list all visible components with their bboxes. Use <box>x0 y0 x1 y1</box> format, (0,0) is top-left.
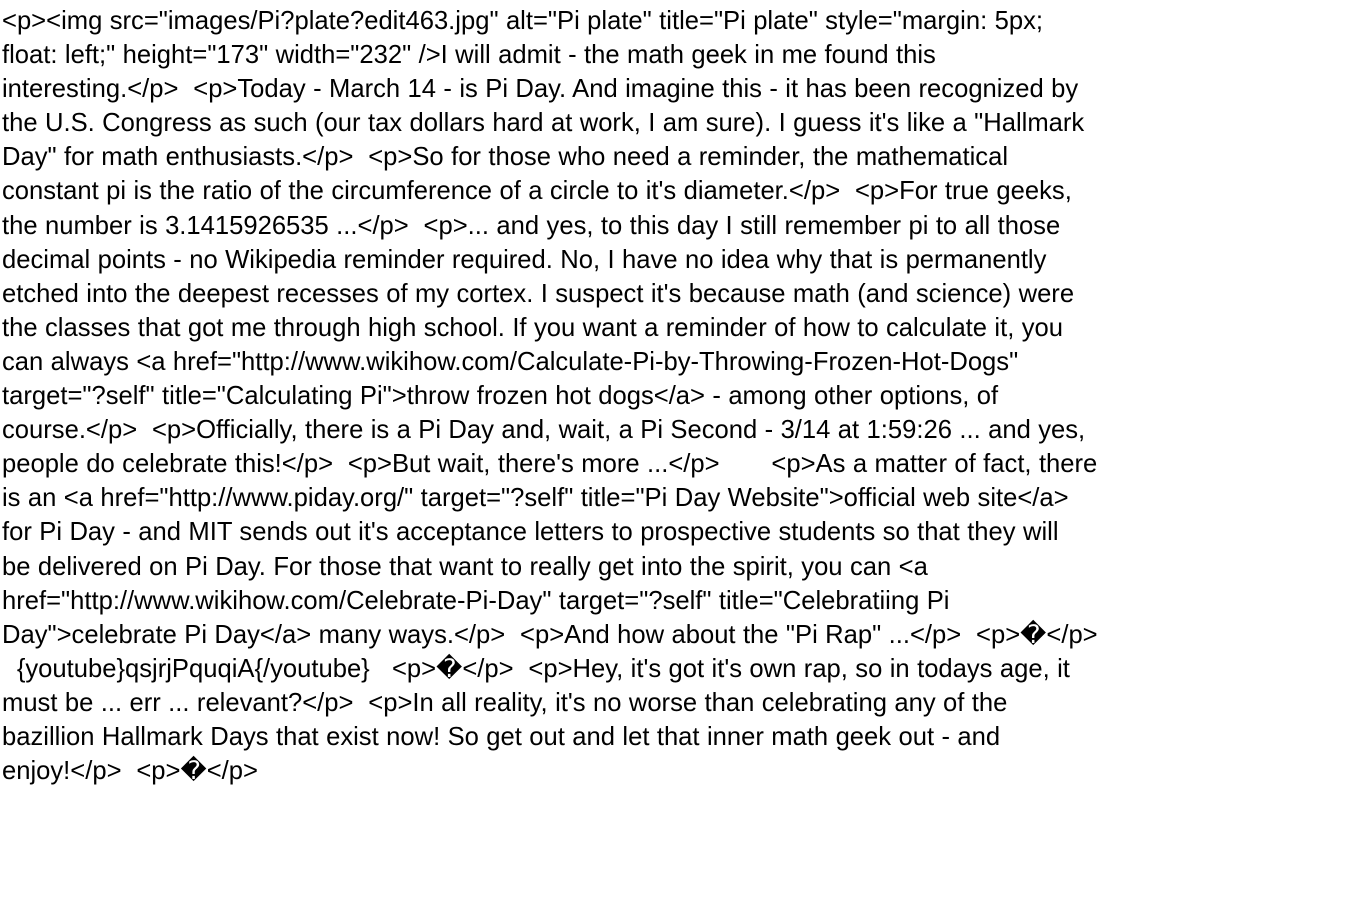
text-line-9: etched into the deepest recesses of my c… <box>2 279 1075 308</box>
text-line-16: for Pi Day - and MIT sends out it's acce… <box>2 518 1059 547</box>
text-line-11: can always <a href="http://www.wikihow.c… <box>2 347 1019 376</box>
text-line-17: be delivered on Pi Day. For those that w… <box>2 552 928 581</box>
text-line-4: the U.S. Congress as such (our tax dolla… <box>2 109 1085 138</box>
text-line-20: {youtube}qsjrjPquqiA{/youtube} <p>�</p> … <box>2 654 1070 683</box>
text-line-5: Day" for math enthusiasts.</p> <p>So for… <box>2 143 1009 172</box>
text-line-12: target="?self" title="Calculating Pi">th… <box>2 382 999 411</box>
text-line-10: the classes that got me through high sch… <box>2 313 1064 342</box>
text-line-22: bazillion Hallmark Days that exist now! … <box>2 722 1001 751</box>
text-line-1: <p><img src="images/Pi?plate?edit463.jpg… <box>2 7 1043 35</box>
text-line-15: is an <a href="http://www.piday.org/" ta… <box>2 484 1069 513</box>
text-line-7: the number is 3.1415926535 ...</p> <p>..… <box>2 211 1061 240</box>
text-line-2: float: left;" height="173" width="232" /… <box>2 41 936 70</box>
text-line-8: decimal points - no Wikipedia reminder r… <box>2 245 1047 274</box>
raw-html-document-text: <p><img src="images/Pi?plate?edit463.jpg… <box>0 0 1372 788</box>
text-line-3: interesting.</p> <p>Today - March 14 - i… <box>2 75 1079 104</box>
text-line-19: Day">celebrate Pi Day</a> many ways.</p>… <box>2 620 1098 649</box>
text-line-14: people do celebrate this!</p> <p>But wai… <box>2 450 1098 479</box>
text-line-13: course.</p> <p>Officially, there is a Pi… <box>2 416 1086 445</box>
text-line-23: enjoy!</p> <p>�</p> <box>2 757 258 786</box>
text-line-21: must be ... err ... relevant?</p> <p>In … <box>2 688 1008 717</box>
text-line-6: constant pi is the ratio of the circumfe… <box>2 177 1072 206</box>
text-line-18: href="http://www.wikihow.com/Celebrate-P… <box>2 586 950 615</box>
